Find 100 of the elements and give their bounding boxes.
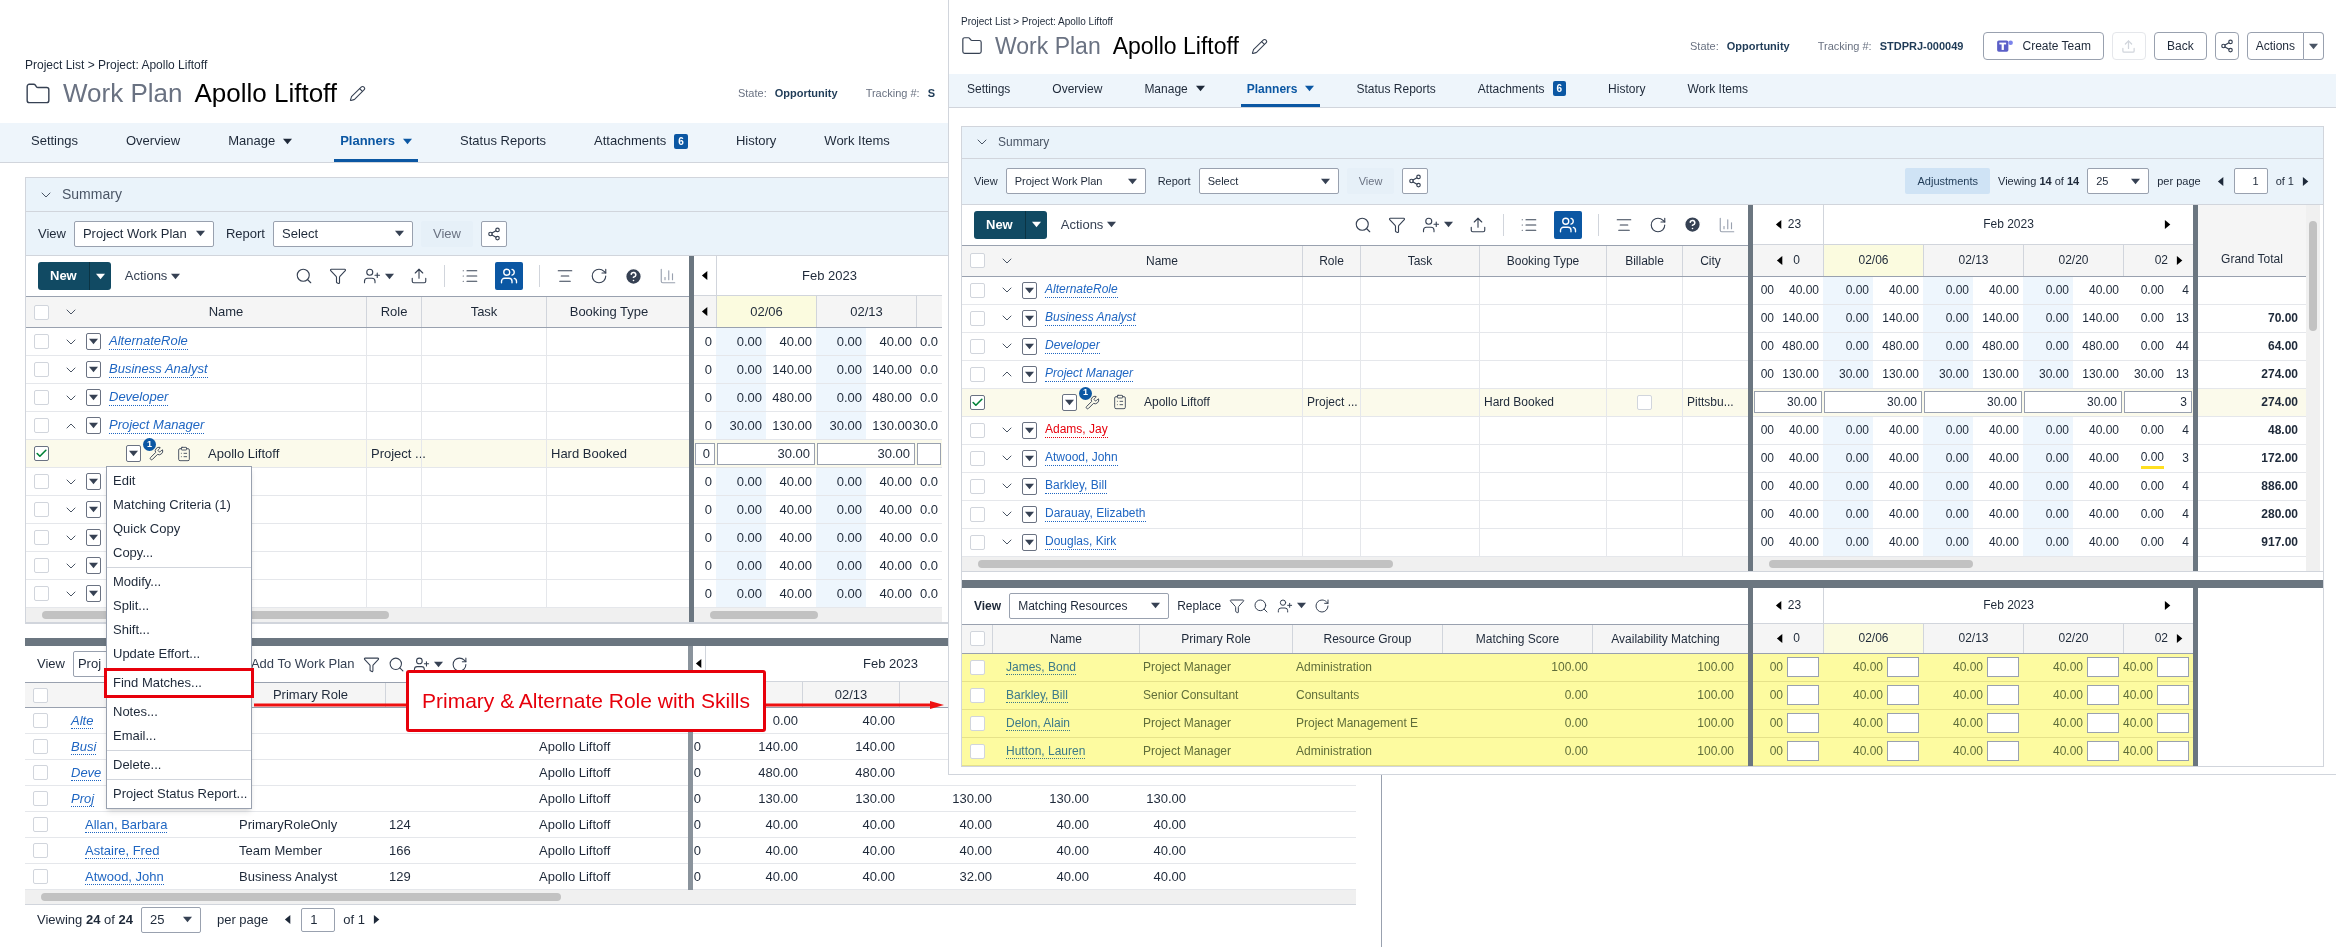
caret-icon[interactable] [182,915,192,924]
menu-item[interactable]: Quick Copy [107,517,251,541]
checkbox[interactable] [33,446,49,461]
hours-field[interactable] [1987,657,2019,677]
caret-icon[interactable] [1025,481,1034,491]
caret-icon[interactable] [195,229,205,238]
team-icon[interactable] [500,267,518,285]
caret-icon[interactable] [1025,453,1034,463]
tab[interactable]: Planners [1240,73,1321,107]
row-menu-button[interactable] [1022,309,1037,327]
date-header[interactable]: 02/13 [834,688,868,701]
role-link[interactable]: AlternateRole [109,332,188,351]
export-icon[interactable] [1469,215,1487,234]
caret-icon[interactable] [95,271,105,281]
previous-month-icon[interactable] [700,271,710,280]
row-menu-button[interactable] [86,529,101,546]
matched-row[interactable]: James, Bond Project Manager Administration 100.00 100.00 [962,653,1748,682]
previous-month-icon[interactable] [1774,600,1784,610]
next-month-icon[interactable] [2164,219,2173,229]
row-menu-button[interactable] [86,333,101,350]
page-field[interactable]: 1 [301,907,336,932]
next-week-icon[interactable] [2176,633,2185,643]
column-header[interactable]: Task [1360,245,1479,276]
caret-icon[interactable] [1297,601,1307,610]
caret-icon[interactable] [1025,425,1034,435]
row-menu-button[interactable] [86,361,101,378]
horizontal-scrollbar[interactable] [25,890,1356,904]
column-header[interactable]: Booking Type [546,297,671,327]
hours-field[interactable] [917,442,941,465]
row-menu-button[interactable] [1022,449,1037,467]
row-menu-button[interactable] [1022,365,1037,383]
tab[interactable]: Manage [1138,73,1211,107]
caret-icon[interactable] [1305,84,1315,93]
previous-month-icon[interactable] [694,659,704,668]
hours-field[interactable] [2087,657,2119,677]
role-link[interactable]: Project Manager [1045,366,1134,382]
filter-icon[interactable] [1229,597,1246,614]
hours-field[interactable] [2157,741,2189,761]
refresh-icon[interactable] [1314,597,1331,614]
adjustments-button[interactable]: Adjustments [1905,168,1990,194]
edit-icon[interactable] [1250,37,1268,55]
filter-icon[interactable] [1388,215,1406,234]
hours-field[interactable] [2157,685,2189,705]
caret-icon[interactable] [1025,537,1034,547]
per-page-select[interactable]: 25 [140,906,201,933]
hours-field[interactable]: 30.00 [1924,391,2022,413]
menu-item[interactable]: Matching Criteria (1) [107,493,251,517]
actions-button[interactable]: Actions [2246,32,2304,61]
hours-field[interactable]: 30.00 [2024,391,2122,413]
tab[interactable]: Overview [120,123,187,162]
summary-bar[interactable]: Summary [26,178,949,212]
column-header[interactable]: Availability Matching [1592,624,1738,653]
caret-icon[interactable] [89,393,98,402]
role-link[interactable]: AlternateRole [1045,282,1118,298]
row-menu-button[interactable] [86,417,101,434]
hours-field[interactable] [2087,741,2119,761]
hours-field[interactable] [1887,713,1919,733]
add-to-work-plan-link[interactable]: Add To Work Plan [250,654,355,674]
per-page-select[interactable]: 25 [2087,168,2150,194]
matched-row[interactable]: Delon, Alain Project Manager Project Management E 0.00 100.00 [962,709,1748,738]
hours-field[interactable] [1987,713,2019,733]
filter-icon[interactable] [362,655,380,673]
caret-icon[interactable] [89,589,98,598]
replace-link[interactable]: Replace [1177,596,1222,615]
role-link[interactable]: Business Analyst [109,360,208,379]
date-header[interactable]: 02/06 [750,305,783,318]
column-header[interactable]: Primary Role [1139,624,1292,653]
column-header[interactable]: Matching Score [1442,624,1592,653]
hours-field[interactable] [1987,685,2019,705]
row-menu-button[interactable] [1022,337,1037,355]
hours-field[interactable] [2157,657,2189,677]
caret-icon[interactable] [89,505,98,514]
refresh-icon[interactable] [1649,215,1667,234]
column-header[interactable]: Resource Group [1292,624,1442,653]
share-icon[interactable] [2219,39,2234,54]
resource-link[interactable]: Atwood, John [85,868,164,885]
gantt-icon[interactable] [556,267,574,285]
resource-link[interactable]: Adams, Jay [1045,422,1108,438]
previous-page-icon[interactable] [2216,176,2226,186]
hours-field[interactable]: 3 [2124,391,2192,413]
caret-icon[interactable] [403,136,413,146]
caret-icon[interactable] [171,271,181,281]
column-header[interactable]: Role [366,297,421,327]
help-icon[interactable] [1683,215,1702,234]
team-icon[interactable] [1559,215,1577,234]
report-select[interactable]: Select [273,220,413,247]
caret-icon[interactable] [385,271,394,281]
assign-person-icon[interactable] [1422,215,1440,234]
hours-field[interactable] [2087,685,2119,705]
create-team-button[interactable]: Create Team [1983,32,2104,61]
caret-icon[interactable] [89,421,98,430]
resource-link[interactable]: Douglas, Kirk [1045,534,1117,550]
share-icon[interactable] [486,226,501,241]
date-header[interactable]: 02/06 [1858,632,1889,644]
tab[interactable]: Status Reports [454,123,553,162]
next-month-icon[interactable] [2164,600,2173,610]
column-header[interactable]: City [1682,245,1738,276]
column-header[interactable]: Name [86,297,366,327]
tab[interactable]: Attachments 6 [1471,73,1573,107]
date-header[interactable]: 02/06 [1858,254,1889,266]
